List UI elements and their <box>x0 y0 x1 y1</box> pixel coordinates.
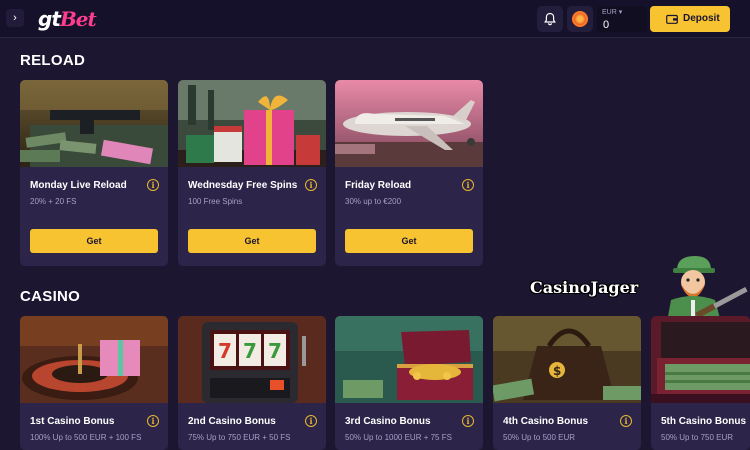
deposit-label: Deposit <box>683 13 720 24</box>
card-subtitle: 50% Up to 1000 EUR + 75 FS <box>345 433 452 442</box>
top-bar: › gtBet EUR ▾ 0 Deposit <box>0 0 750 38</box>
mascot-illustration <box>655 252 750 322</box>
rewards-button[interactable] <box>567 6 593 32</box>
promo-card-monday-live-reload[interactable]: Monday Live Reload i 20% + 20 FS Get <box>20 80 168 266</box>
sidebar-expand-button[interactable]: › <box>6 9 24 27</box>
card-subtitle: 75% Up to 750 EUR + 50 FS <box>188 433 291 442</box>
card-subtitle: 100% Up to 500 EUR + 100 FS <box>30 433 142 442</box>
info-icon[interactable]: i <box>147 415 159 427</box>
bell-icon <box>544 12 556 26</box>
card-subtitle: 50% Up to 500 EUR <box>503 433 576 442</box>
card-image-cash-suitcase <box>651 316 750 403</box>
card-subtitle: 20% + 20 FS <box>30 197 77 206</box>
info-icon[interactable]: i <box>462 415 474 427</box>
card-title: 3rd Casino Bonus <box>345 416 431 427</box>
card-image-private-jet <box>335 80 483 167</box>
section-title-reload: RELOAD <box>20 52 86 69</box>
card-subtitle: 100 Free Spins <box>188 197 243 206</box>
card-title: Friday Reload <box>345 180 412 191</box>
promo-card-1st-casino-bonus[interactable]: 1st Casino Bonus i 100% Up to 500 EUR + … <box>20 316 168 450</box>
section-title-casino: CASINO <box>20 288 81 305</box>
card-image-roulette <box>20 316 168 403</box>
get-button[interactable]: Get <box>188 229 316 253</box>
info-icon[interactable]: i <box>147 179 159 191</box>
promo-card-2nd-casino-bonus[interactable]: 7 7 7 2nd Casino Bonus i 75% Up to 750 E… <box>178 316 326 450</box>
chevron-right-icon: › <box>13 12 17 24</box>
balance-currency: EUR ▾ <box>602 9 623 16</box>
promo-card-3rd-casino-bonus[interactable]: 3rd Casino Bonus i 50% Up to 1000 EUR + … <box>335 316 483 450</box>
card-image-treasure-chest <box>335 316 483 403</box>
promo-card-5th-casino-bonus[interactable]: 5th Casino Bonus 50% Up to 750 EUR <box>651 316 750 450</box>
card-image-cash-gun <box>20 80 168 167</box>
info-icon[interactable]: i <box>620 415 632 427</box>
promo-card-wednesday-free-spins[interactable]: Wednesday Free Spins i 100 Free Spins Ge… <box>178 80 326 266</box>
promo-card-friday-reload[interactable]: Friday Reload i 30% up to €200 Get <box>335 80 483 266</box>
card-title: 2nd Casino Bonus <box>188 416 276 427</box>
card-image-money-bag: $ <box>493 316 641 403</box>
get-button[interactable]: Get <box>345 229 473 253</box>
logo[interactable]: gtBet <box>38 7 97 31</box>
info-icon[interactable]: i <box>305 179 317 191</box>
svg-text:7: 7 <box>218 339 232 363</box>
card-subtitle: 30% up to €200 <box>345 197 402 206</box>
promo-card-4th-casino-bonus[interactable]: $ 4th Casino Bonus i 50% Up to 500 EUR <box>493 316 641 450</box>
logo-bet: Bet <box>59 7 97 31</box>
notifications-button[interactable] <box>537 6 563 32</box>
coin-icon <box>572 11 588 27</box>
card-title: Monday Live Reload <box>30 180 127 191</box>
wallet-icon <box>666 14 678 24</box>
get-button[interactable]: Get <box>30 229 158 253</box>
card-title: 4th Casino Bonus <box>503 416 589 427</box>
card-title: 5th Casino Bonus <box>661 416 747 427</box>
balance-amount: 0 <box>603 19 610 31</box>
watermark-text: CasinoJager <box>530 278 639 297</box>
card-image-slot-machine: 7 7 7 <box>178 316 326 403</box>
balance-selector[interactable]: EUR ▾ 0 <box>597 6 647 32</box>
svg-text:$: $ <box>553 364 561 378</box>
logo-gt: gt <box>38 7 61 31</box>
svg-text:7: 7 <box>268 339 282 363</box>
card-title: Wednesday Free Spins <box>188 180 298 191</box>
card-subtitle: 50% Up to 750 EUR <box>661 433 734 442</box>
deposit-button[interactable]: Deposit <box>650 6 730 32</box>
info-icon[interactable]: i <box>462 179 474 191</box>
card-title: 1st Casino Bonus <box>30 416 115 427</box>
svg-text:7: 7 <box>243 339 257 363</box>
card-image-gift-chips <box>178 80 326 167</box>
info-icon[interactable]: i <box>305 415 317 427</box>
